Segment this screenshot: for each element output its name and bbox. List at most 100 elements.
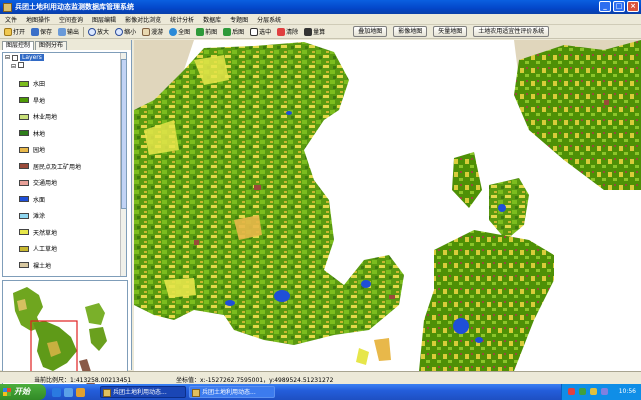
menu-layer-system[interactable]: 分层系统 — [257, 15, 281, 24]
legend-item: 旱地 — [19, 96, 45, 105]
save-icon — [31, 27, 40, 36]
layer-visibility-checkbox[interactable] — [12, 54, 19, 61]
minimize-button[interactable]: _ — [599, 1, 611, 12]
legend-item: 裸土地 — [19, 261, 51, 270]
layer-tree-scrollbar[interactable] — [120, 53, 126, 276]
next-extent-icon — [223, 27, 232, 36]
legend-item: 园地 — [19, 145, 45, 154]
menu-thematic-map[interactable]: 专题图 — [230, 15, 248, 24]
layer-name[interactable]: Layers — [20, 54, 44, 61]
menu-file[interactable]: 文件 — [5, 15, 17, 24]
open-button[interactable]: 打开 — [2, 26, 27, 37]
start-button[interactable]: 开始 — [0, 384, 46, 400]
full-extent-button[interactable]: 全图 — [167, 26, 192, 37]
sublayer-toggle[interactable]: ⊟ — [11, 62, 24, 70]
tray-icon[interactable] — [568, 388, 575, 395]
legend-swatch — [19, 212, 29, 219]
legend-label: 滩涂 — [33, 213, 46, 220]
legend-swatch — [19, 245, 29, 252]
legend-item: 林业用地 — [19, 112, 57, 121]
zoom-out-icon — [115, 27, 124, 36]
legend-swatch — [19, 163, 29, 169]
app-task-icon — [103, 389, 111, 397]
legend-swatch — [19, 113, 29, 120]
legend-label: 人工草地 — [33, 246, 58, 253]
taskbar-task-2[interactable]: 兵团土地利用动态... — [189, 386, 275, 398]
legend-label: 交通用地 — [33, 180, 58, 187]
legend-swatch — [19, 130, 29, 136]
tray-icon[interactable] — [590, 388, 597, 395]
tray-icon[interactable] — [579, 388, 586, 395]
menu-database[interactable]: 数据库 — [203, 15, 221, 24]
taskbar: 开始 兵团土地利用动态... 兵团土地利用动态... 10:56 — [0, 384, 641, 400]
status-bar: 当前比例尺：1:413258.00213451 坐标值：x:-1527262.7… — [0, 371, 641, 384]
legend-swatch — [19, 196, 29, 202]
left-panel: 图层控制 图例分布 ⊟ Layers ⊟ 水田旱地林业用地林地园地居民点及工矿用… — [0, 40, 132, 400]
legend-label: 水面 — [33, 196, 46, 204]
layer-tree: ⊟ Layers ⊟ 水田 旱地 林业用地 林地 园地 居民点及工矿用地 交通用地 水面 滩涂天… — [2, 52, 127, 277]
maximize-button[interactable]: □ — [613, 1, 625, 12]
menu-map-operation[interactable]: 地图操作 — [26, 15, 50, 24]
app-icon — [3, 2, 12, 12]
layer-tree-root[interactable]: ⊟ Layers — [3, 53, 126, 62]
vector-map-button[interactable]: 矢量地图 — [433, 26, 468, 37]
legend-item: 居民点及工矿用地 — [19, 162, 81, 171]
clear-icon — [277, 27, 286, 36]
desktop-icon[interactable] — [64, 388, 73, 397]
sublayer-checkbox[interactable] — [17, 62, 24, 68]
folder-icon — [4, 27, 12, 36]
globe-icon — [169, 27, 178, 36]
toolbar: 打开 保存 输出 放大 缩小 漫游 全图 前图 后图 选中 清除 量算 叠加地图… — [0, 25, 641, 39]
coordinate-readout: 坐标值：x:-1527262.7595001，y:4989524.5123127… — [176, 377, 334, 384]
export-button[interactable]: 输出 — [56, 26, 81, 37]
zoom-out-button[interactable]: 缩小 — [113, 26, 138, 37]
legend-item: 水面 — [19, 195, 45, 204]
collapse-icon[interactable]: ⊟ — [5, 54, 10, 61]
ie-icon[interactable] — [52, 388, 61, 397]
legend-swatch — [19, 80, 29, 87]
image-map-button[interactable]: 影像地图 — [393, 26, 428, 37]
select-icon — [250, 27, 259, 36]
previous-extent-icon — [196, 27, 205, 36]
legend-item: 滩涂 — [19, 211, 45, 220]
land-suitability-button[interactable]: 土地农用适宜性评价系统 — [473, 26, 550, 37]
tab-legend-distribution[interactable]: 图例分布 — [35, 41, 68, 50]
tray-icon[interactable] — [601, 388, 608, 395]
previous-extent-button[interactable]: 前图 — [194, 26, 219, 37]
clock: 10:56 — [618, 388, 636, 395]
panel-tabs: 图层控制 图例分布 — [0, 40, 131, 50]
legend-item: 交通用地 — [19, 178, 57, 187]
legend-swatch — [19, 146, 29, 153]
legend-label: 旱地 — [33, 97, 46, 105]
menu-bar: 文件 地图操作 空间查询 图层编辑 影像对比浏览 统计分析 数据库 专题图 分层… — [0, 14, 641, 25]
close-button[interactable]: × — [627, 1, 639, 12]
measure-icon — [304, 27, 313, 36]
overlay-map-button[interactable]: 叠加地图 — [353, 26, 388, 37]
tab-layer-control[interactable]: 图层控制 — [2, 41, 35, 50]
scrollbar-thumb[interactable] — [121, 59, 126, 209]
legend-item: 人工草地 — [19, 244, 57, 253]
taskbar-task-1[interactable]: 兵团土地利用动态... — [100, 386, 186, 398]
map-view[interactable] — [134, 40, 641, 371]
menu-spatial-query[interactable]: 空间查询 — [59, 15, 83, 24]
menu-image-compare[interactable]: 影像对比浏览 — [125, 15, 161, 24]
zoom-in-button[interactable]: 放大 — [86, 26, 111, 37]
system-tray: 10:56 — [561, 384, 641, 400]
legend-label: 林业用地 — [33, 114, 58, 121]
toolbar-separator — [83, 26, 85, 37]
pan-button[interactable]: 漫游 — [140, 26, 165, 37]
save-button[interactable]: 保存 — [29, 26, 54, 37]
app-task-icon — [192, 389, 200, 397]
legend-item: 水田 — [19, 79, 45, 88]
select-button[interactable]: 选中 — [248, 26, 273, 37]
legend-swatch — [19, 229, 29, 235]
next-extent-button[interactable]: 后图 — [221, 26, 246, 37]
clear-button[interactable]: 清除 — [275, 26, 300, 37]
menu-layer-edit[interactable]: 图层编辑 — [92, 15, 116, 24]
legend-label: 园地 — [33, 147, 46, 154]
title-bar: 兵团土地利用动态监测数据库管理系统 _ □ × — [0, 0, 641, 14]
media-icon[interactable] — [76, 388, 85, 397]
measure-button[interactable]: 量算 — [302, 26, 327, 37]
menu-statistics[interactable]: 统计分析 — [170, 15, 194, 24]
legend-label: 林地 — [33, 130, 46, 138]
